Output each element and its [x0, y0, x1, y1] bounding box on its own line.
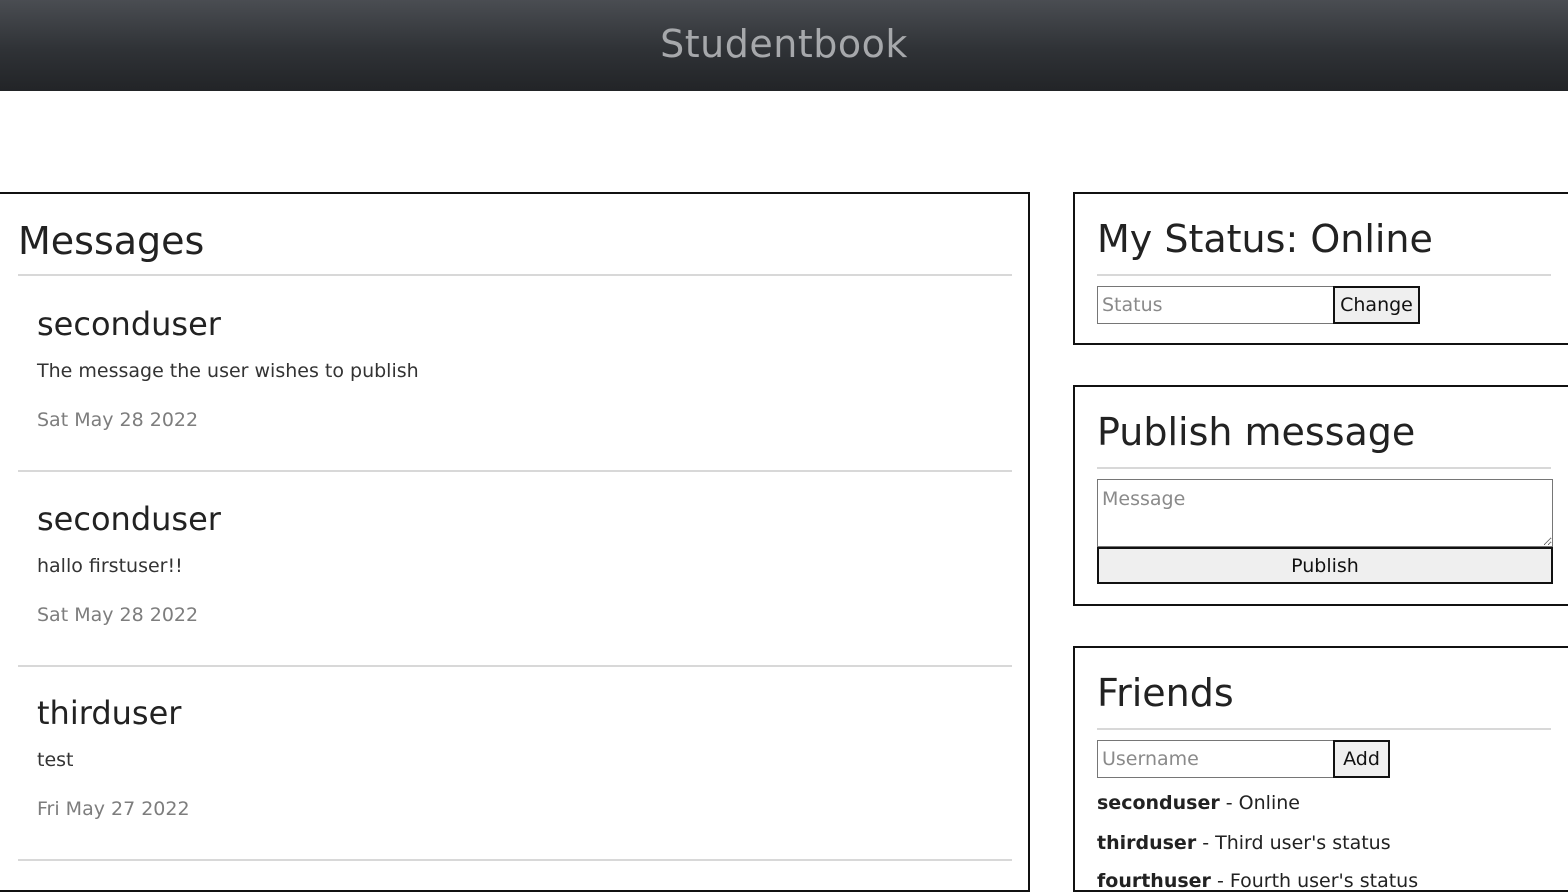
- friend-name: thirduser: [1097, 832, 1197, 854]
- messages-heading-container: Messages: [18, 222, 1012, 276]
- message-item: thirduser test Fri May 27 2022: [18, 665, 1012, 861]
- message-text: test: [37, 749, 74, 771]
- friends-heading-container: Friends: [1097, 674, 1551, 730]
- change-status-button[interactable]: Change: [1333, 286, 1420, 324]
- message-author: thirduser: [37, 694, 182, 732]
- status-panel: My Status: Online Change: [1073, 192, 1568, 345]
- friend-separator: -: [1210, 870, 1230, 892]
- message-author: seconduser: [37, 500, 221, 538]
- friend-name: seconduser: [1097, 792, 1220, 814]
- friend-separator: -: [1196, 832, 1216, 854]
- message-date: Fri May 27 2022: [37, 798, 190, 820]
- username-input[interactable]: [1097, 740, 1335, 778]
- status-heading: My Status: Online: [1097, 217, 1433, 261]
- message-date: Sat May 28 2022: [37, 604, 199, 626]
- messages-panel: Messages seconduser The message the user…: [0, 192, 1030, 892]
- message-item: seconduser hallo firstuser!! Sat May 28 …: [18, 471, 1012, 667]
- status-heading-container: My Status: Online: [1097, 220, 1551, 276]
- add-friend-button[interactable]: Add: [1333, 740, 1390, 778]
- app-header: Studentbook: [0, 0, 1568, 91]
- message-textarea[interactable]: [1097, 479, 1553, 547]
- friend-status: Online: [1238, 792, 1300, 814]
- messages-heading: Messages: [18, 219, 205, 263]
- status-input[interactable]: [1097, 286, 1335, 324]
- publish-heading-container: Publish message: [1097, 413, 1551, 469]
- publish-panel: Publish message Publish: [1073, 385, 1568, 606]
- publish-button[interactable]: Publish: [1097, 547, 1553, 584]
- publish-heading: Publish message: [1097, 410, 1416, 454]
- message-item: seconduser The message the user wishes t…: [18, 276, 1012, 472]
- friend-separator: -: [1219, 792, 1239, 814]
- friend-item: seconduser - Online: [1097, 794, 1300, 813]
- friend-item: thirduser - Third user's status: [1097, 834, 1391, 853]
- friend-status: Fourth user's status: [1229, 870, 1419, 892]
- message-text: The message the user wishes to publish: [37, 360, 419, 382]
- app-title: Studentbook: [660, 21, 908, 66]
- friend-name: fourthuser: [1097, 870, 1211, 892]
- friends-panel: Friends Add seconduser - Online thirduse…: [1073, 646, 1568, 892]
- friends-heading: Friends: [1097, 671, 1234, 715]
- friend-status: Third user's status: [1215, 832, 1391, 854]
- message-author: seconduser: [37, 305, 221, 343]
- message-date: Sat May 28 2022: [37, 409, 199, 431]
- message-text: hallo firstuser!!: [37, 555, 183, 577]
